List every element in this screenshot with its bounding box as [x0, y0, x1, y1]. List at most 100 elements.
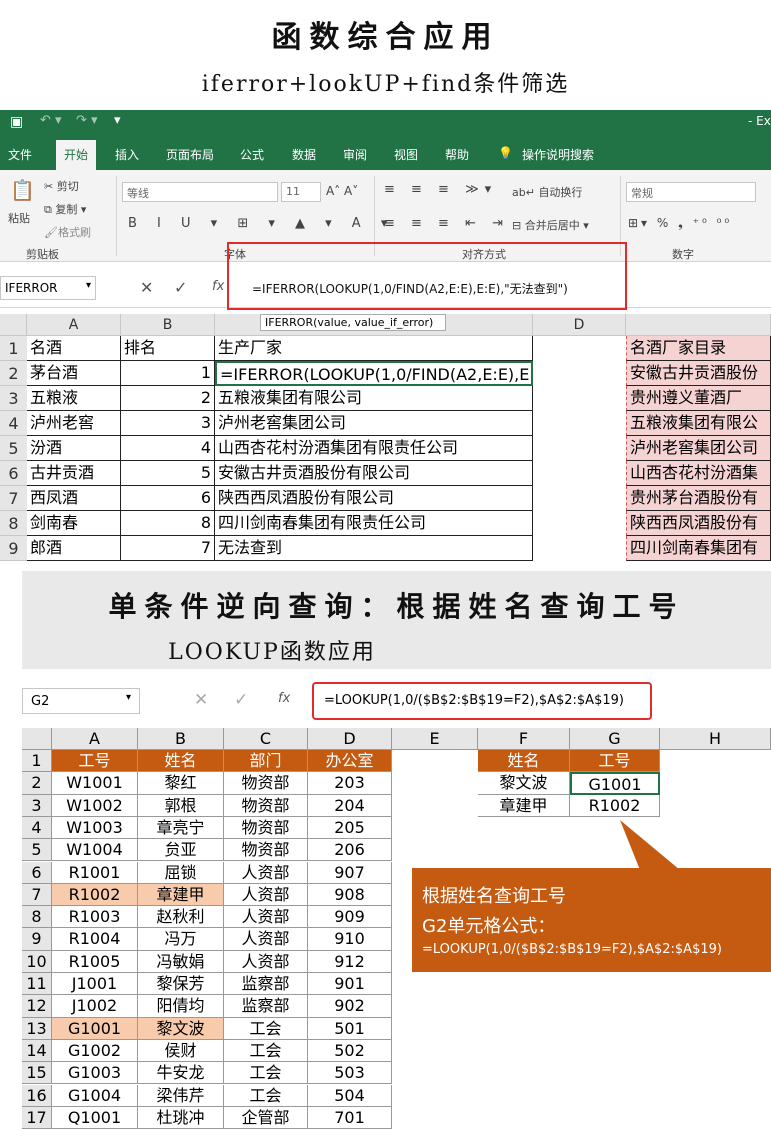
row-header[interactable]: 7 — [22, 883, 52, 907]
row-header[interactable]: 9 — [22, 928, 52, 951]
row-header[interactable]: 5 — [0, 436, 27, 461]
cell[interactable]: G1001 — [570, 772, 660, 795]
cell[interactable]: 赵秋利 — [138, 906, 224, 929]
cell[interactable]: 章建甲 — [138, 883, 224, 907]
row-header[interactable]: 6 — [0, 461, 27, 486]
cell[interactable]: R1004 — [52, 928, 138, 951]
table-header[interactable]: 姓名 — [138, 750, 224, 773]
table-header[interactable]: 工号 — [570, 750, 660, 773]
cell[interactable]: 贵州遵义董酒厂 — [626, 386, 771, 411]
format-painter-button[interactable]: 🖌格式刷 — [44, 224, 91, 240]
row-header[interactable]: 4 — [22, 816, 52, 840]
number-buttons[interactable]: ⊞▾ % ❟ ⁺⁰ ⁰⁰ — [628, 216, 732, 231]
cell[interactable]: 人资部 — [224, 928, 308, 951]
chevron-down-icon[interactable]: ▾ — [86, 280, 91, 291]
cell[interactable]: 物资部 — [224, 794, 308, 817]
column-header[interactable]: G — [570, 728, 660, 750]
cell[interactable]: 名酒 — [27, 336, 121, 361]
cell[interactable]: 人资部 — [224, 883, 308, 907]
cell[interactable]: 912 — [308, 950, 392, 973]
cell[interactable]: 909 — [308, 906, 392, 929]
copy-button[interactable]: ⧉ 复制 ▾ — [44, 201, 86, 217]
cell[interactable]: 安徽古井贡酒股份 — [626, 361, 771, 386]
row-header[interactable]: 12 — [22, 995, 52, 1018]
cancel-icon[interactable]: ✕ — [140, 278, 153, 297]
cell[interactable]: 陕西西凤酒股份有限公司 — [215, 486, 533, 511]
row-header[interactable]: 17 — [22, 1106, 52, 1130]
column-header[interactable]: D — [533, 314, 626, 336]
row-header[interactable]: 3 — [22, 794, 52, 817]
cell[interactable]: 章建甲 — [478, 794, 570, 817]
cell[interactable]: 人资部 — [224, 950, 308, 973]
cell[interactable]: J1002 — [52, 995, 138, 1018]
cell[interactable]: 古井贡酒 — [27, 461, 121, 486]
cell[interactable]: 503 — [308, 1062, 392, 1085]
cell[interactable]: 安徽古井贡酒股份有限公司 — [215, 461, 533, 486]
tab-formulas[interactable]: 公式 — [240, 146, 264, 163]
cell[interactable]: 四川剑南春集团有限责任公司 — [215, 511, 533, 536]
tab-page-layout[interactable]: 页面布局 — [166, 146, 214, 163]
cell[interactable]: G1001 — [52, 1017, 138, 1040]
cell[interactable]: 郎酒 — [27, 536, 121, 561]
cut-button[interactable]: ✂ 剪切 — [44, 178, 79, 194]
cell[interactable]: 5 — [121, 461, 215, 486]
cell[interactable]: J1001 — [52, 973, 138, 996]
cell[interactable]: 茅台酒 — [27, 361, 121, 386]
tab-home[interactable]: 开始 — [56, 140, 97, 170]
cell[interactable]: 侯财 — [138, 1039, 224, 1063]
cell[interactable]: 物资部 — [224, 839, 308, 862]
cell[interactable]: 502 — [308, 1039, 392, 1063]
font-name-select[interactable]: 等线 — [122, 182, 278, 202]
cell[interactable]: Q1001 — [52, 1106, 138, 1130]
cell[interactable]: 504 — [308, 1084, 392, 1107]
cell[interactable]: 贠亚 — [138, 839, 224, 862]
cell[interactable]: 黎保芳 — [138, 973, 224, 996]
font-grow-icon[interactable]: A˄ A˅ — [326, 184, 358, 198]
row-header[interactable]: 2 — [0, 361, 27, 386]
column-header[interactable]: A — [27, 314, 121, 336]
column-header[interactable]: H — [660, 728, 771, 750]
cell[interactable]: R1002 — [52, 883, 138, 907]
cell[interactable]: 泸州老窖集团公司 — [215, 411, 533, 436]
cell[interactable]: 人资部 — [224, 906, 308, 929]
row-header[interactable]: 5 — [22, 839, 52, 862]
cell[interactable]: 206 — [308, 839, 392, 862]
column-header[interactable]: D — [308, 728, 392, 750]
tab-review[interactable]: 审阅 — [343, 146, 367, 163]
cell[interactable]: 剑南春 — [27, 511, 121, 536]
cell[interactable]: 907 — [308, 861, 392, 884]
column-header[interactable]: B — [121, 314, 215, 336]
formula-input[interactable]: =LOOKUP(1,0/($B$2:$B$19=F2),$A$2:$A$19) — [312, 682, 652, 720]
cell[interactable]: 工会 — [224, 1084, 308, 1107]
row-header[interactable]: 13 — [22, 1017, 52, 1040]
row-header[interactable]: 6 — [22, 861, 52, 884]
tab-help[interactable]: 帮助 — [445, 146, 469, 163]
cell[interactable]: 工会 — [224, 1017, 308, 1040]
cell[interactable]: 西凤酒 — [27, 486, 121, 511]
cell[interactable]: 泸州老窖集团公司 — [626, 436, 771, 461]
cell[interactable]: R1005 — [52, 950, 138, 973]
cell[interactable]: 监察部 — [224, 973, 308, 996]
number-format-select[interactable]: 常规 — [626, 182, 756, 202]
cell[interactable]: 陕西西凤酒股份有 — [626, 511, 771, 536]
cell[interactable]: 204 — [308, 794, 392, 817]
name-box[interactable]: IFERROR — [0, 276, 96, 300]
row-header[interactable]: 7 — [0, 486, 27, 511]
row-header[interactable]: 10 — [22, 950, 52, 973]
cell[interactable]: 黎文波 — [478, 772, 570, 795]
undo-icon[interactable]: ↶ ▾ — [40, 113, 62, 128]
column-header[interactable]: E — [392, 728, 478, 750]
tab-view[interactable]: 视图 — [394, 146, 418, 163]
paste-button[interactable]: 粘贴 — [8, 210, 30, 226]
cell[interactable]: 企管部 — [224, 1106, 308, 1130]
column-header[interactable]: F — [478, 728, 570, 750]
cell[interactable]: 205 — [308, 816, 392, 840]
cell[interactable]: 黎文波 — [138, 1017, 224, 1040]
cell[interactable]: 屈锁 — [138, 861, 224, 884]
row-header[interactable]: 14 — [22, 1039, 52, 1063]
row-header[interactable]: 8 — [0, 511, 27, 536]
cell[interactable]: 五粮液集团有限公司 — [215, 386, 533, 411]
column-header[interactable]: A — [52, 728, 138, 750]
cell[interactable]: 山西杏花村汾酒集 — [626, 461, 771, 486]
cell[interactable]: 902 — [308, 995, 392, 1018]
